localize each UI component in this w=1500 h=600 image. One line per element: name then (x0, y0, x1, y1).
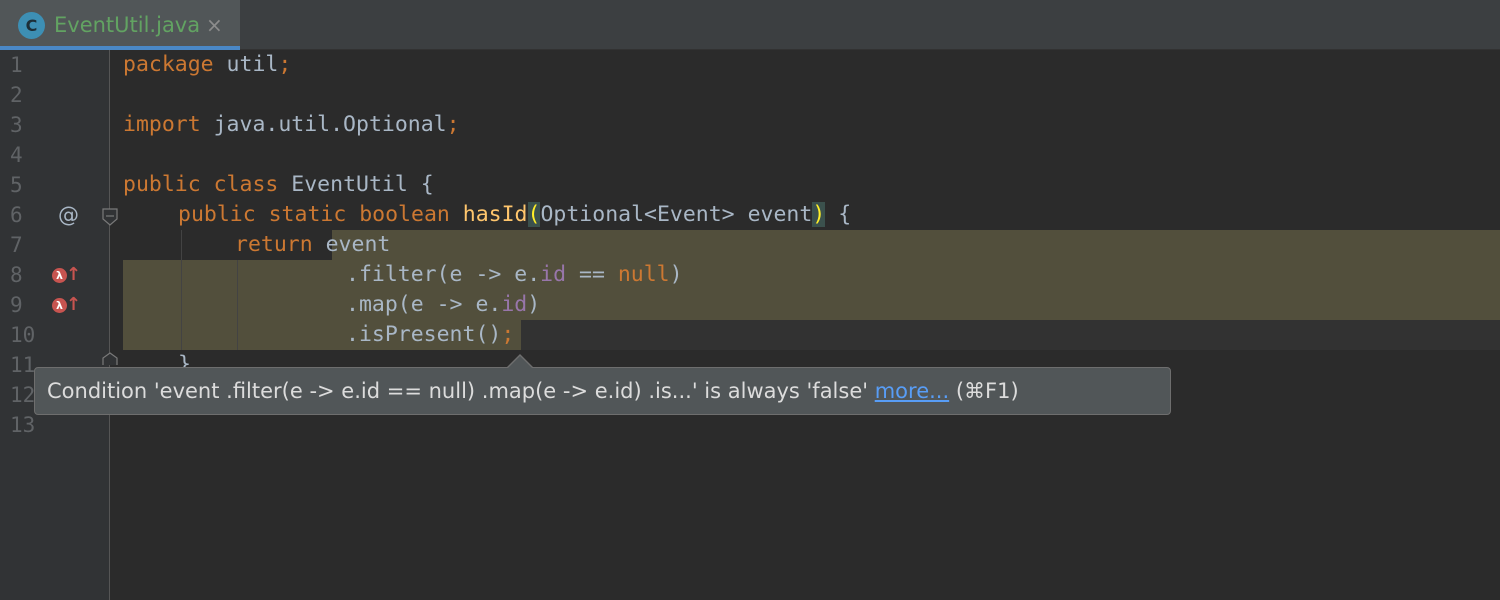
more-link[interactable]: more... (875, 379, 949, 403)
line-number: 10 (10, 323, 36, 347)
code-text: java.util.Optional (200, 112, 447, 137)
code-text: { (825, 202, 852, 227)
semicolon: ; (278, 52, 292, 77)
code-line-10: .isPresent(); (346, 320, 514, 350)
keyword: package (123, 52, 214, 77)
keyword: null (617, 262, 670, 287)
code-line-8: .filter(e -> e.id == null) (346, 260, 683, 290)
matched-paren: ) (812, 202, 826, 227)
matched-paren: ( (527, 202, 541, 227)
line-number-gutter[interactable]: 1 2 3 4 5 6 7 8 9 10 11 12 13 @ λ ↑ λ ↑ (0, 50, 118, 600)
tab-title: EventUtil.java (54, 13, 201, 37)
code-text: util (213, 52, 279, 77)
line-number: 1 (10, 53, 23, 77)
warning-highlight (332, 230, 1500, 260)
code-text: ) (669, 262, 683, 287)
line-number: 2 (10, 83, 23, 107)
arrow-up-icon[interactable]: ↑ (66, 295, 81, 315)
tooltip-pointer-fill (508, 356, 532, 368)
indent-guide (237, 260, 238, 350)
code-text: .filter(e -> e. (346, 262, 541, 287)
code-text: EventUtil { (278, 172, 434, 197)
code-line-5: public class EventUtil { (123, 170, 434, 200)
code-line-1: package util; (123, 50, 291, 80)
code-line-6: public static boolean hasId(Optional<Eve… (178, 200, 851, 230)
warning-highlight (123, 290, 1500, 320)
keyword: import (123, 112, 201, 137)
tooltip-message: Condition 'event .filter(e -> e.id == nu… (47, 379, 875, 403)
method-name: hasId (462, 202, 528, 227)
tooltip-shortcut: (⌘F1) (949, 379, 1019, 403)
line-number: 4 (10, 143, 23, 167)
lambda-icon[interactable]: λ (52, 298, 67, 313)
inspection-tooltip: Condition 'event .filter(e -> e.id == nu… (34, 367, 1171, 415)
java-class-icon: C (18, 12, 45, 39)
keyword: public static boolean (178, 202, 450, 227)
editor-tab-bar: C EventUtil.java × (0, 0, 1500, 50)
code-text: Optional<Event> event (540, 202, 813, 227)
tab-eventutil-java[interactable]: C EventUtil.java × (0, 0, 240, 50)
code-text: event (312, 232, 391, 257)
warning-highlight (123, 260, 1500, 290)
close-icon[interactable]: × (206, 12, 223, 39)
code-text: ) (527, 292, 541, 317)
code-line-9: .map(e -> e.id) (346, 290, 540, 320)
arrow-up-icon[interactable]: ↑ (66, 265, 81, 285)
semicolon: ; (446, 112, 460, 137)
field-name: id (540, 262, 567, 287)
override-at-icon[interactable]: @ (58, 200, 79, 230)
line-number: 5 (10, 173, 23, 197)
code-line-7: return event (235, 230, 390, 260)
code-text: == (566, 262, 618, 287)
keyword: return (235, 232, 313, 257)
line-number: 3 (10, 113, 23, 137)
line-number: 9 (10, 293, 23, 317)
keyword: public class (123, 172, 279, 197)
code-text: .map(e -> e. (346, 292, 502, 317)
code-line-3: import java.util.Optional; (123, 110, 460, 140)
line-number: 8 (10, 263, 23, 287)
field-name: id (501, 292, 528, 317)
line-number: 7 (10, 233, 23, 257)
line-number: 6 (10, 203, 23, 227)
indent-guide (181, 230, 182, 350)
caret-line-highlight (521, 320, 1500, 350)
semicolon: ; (501, 322, 515, 347)
code-text: .isPresent() (346, 322, 502, 347)
code-editor[interactable]: package util; import java.util.Optional;… (111, 50, 1500, 600)
lambda-icon[interactable]: λ (52, 268, 67, 283)
